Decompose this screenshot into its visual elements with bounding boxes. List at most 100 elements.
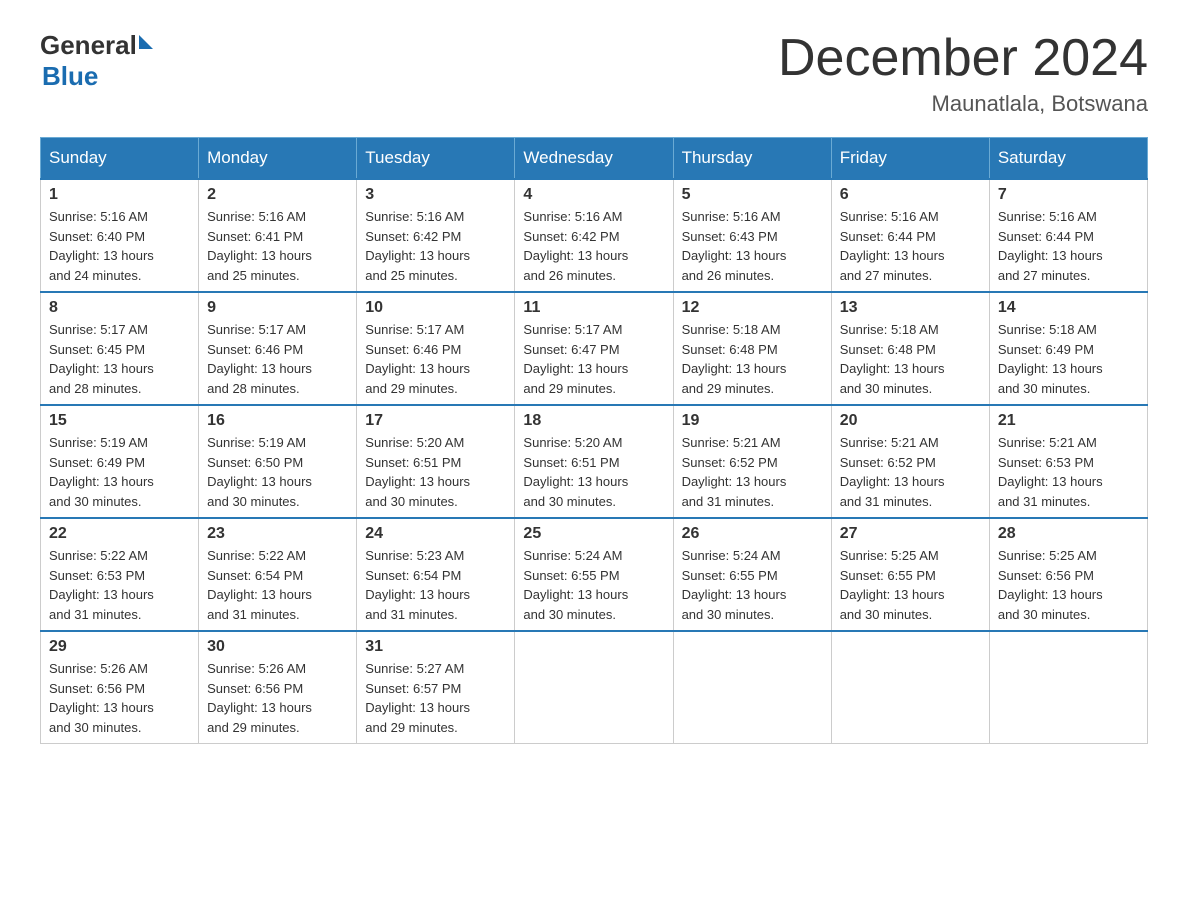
day-number: 6 bbox=[840, 186, 981, 204]
day-number: 1 bbox=[49, 186, 190, 204]
day-number: 13 bbox=[840, 299, 981, 317]
day-number: 14 bbox=[998, 299, 1139, 317]
day-number: 21 bbox=[998, 412, 1139, 430]
weekday-header-tuesday: Tuesday bbox=[357, 138, 515, 180]
day-info: Sunrise: 5:16 AM Sunset: 6:44 PM Dayligh… bbox=[840, 207, 981, 285]
day-info: Sunrise: 5:24 AM Sunset: 6:55 PM Dayligh… bbox=[523, 546, 664, 624]
calendar-cell: 28Sunrise: 5:25 AM Sunset: 6:56 PM Dayli… bbox=[989, 518, 1147, 631]
calendar-week-row: 22Sunrise: 5:22 AM Sunset: 6:53 PM Dayli… bbox=[41, 518, 1148, 631]
day-info: Sunrise: 5:17 AM Sunset: 6:45 PM Dayligh… bbox=[49, 320, 190, 398]
day-info: Sunrise: 5:18 AM Sunset: 6:48 PM Dayligh… bbox=[682, 320, 823, 398]
weekday-header-thursday: Thursday bbox=[673, 138, 831, 180]
calendar-week-row: 15 Sunrise: 5:19 AM Sunset: 6:49 PM Dayli… bbox=[41, 405, 1148, 518]
weekday-header-friday: Friday bbox=[831, 138, 989, 180]
day-number: 30 bbox=[207, 638, 348, 656]
day-number: 31 bbox=[365, 638, 506, 656]
weekday-header-wednesday: Wednesday bbox=[515, 138, 673, 180]
day-info: Sunrise: 5:16 AM Sunset: 6:43 PM Dayligh… bbox=[682, 207, 823, 285]
calendar-header-row: SundayMondayTuesdayWednesdayThursdayFrid… bbox=[41, 138, 1148, 180]
day-info: Sunrise: 5:17 AM Sunset: 6:46 PM Dayligh… bbox=[207, 320, 348, 398]
day-info: Sunrise: 5:24 AM Sunset: 6:55 PM Dayligh… bbox=[682, 546, 823, 624]
day-number: 24 bbox=[365, 525, 506, 543]
calendar-cell: 14 Sunrise: 5:18 AM Sunset: 6:49 PM Dayli… bbox=[989, 292, 1147, 405]
day-number: 9 bbox=[207, 299, 348, 317]
day-number: 8 bbox=[49, 299, 190, 317]
day-info: Sunrise: 5:27 AM Sunset: 6:57 PM Dayligh… bbox=[365, 659, 506, 737]
day-number: 4 bbox=[523, 186, 664, 204]
weekday-header-sunday: Sunday bbox=[41, 138, 199, 180]
calendar-cell: 19 Sunrise: 5:21 AM Sunset: 6:52 PM Dayli… bbox=[673, 405, 831, 518]
calendar-cell: 24 Sunrise: 5:23 AM Sunset: 6:54 PM Dayli… bbox=[357, 518, 515, 631]
calendar-cell: 11 Sunrise: 5:17 AM Sunset: 6:47 PM Dayli… bbox=[515, 292, 673, 405]
calendar-cell bbox=[515, 631, 673, 744]
calendar-cell bbox=[831, 631, 989, 744]
day-number: 10 bbox=[365, 299, 506, 317]
day-number: 26 bbox=[682, 525, 823, 543]
logo-general-text: General bbox=[40, 30, 137, 61]
day-info: Sunrise: 5:16 AM Sunset: 6:42 PM Dayligh… bbox=[365, 207, 506, 285]
day-info: Sunrise: 5:26 AM Sunset: 6:56 PM Dayligh… bbox=[207, 659, 348, 737]
logo-triangle-icon bbox=[139, 35, 153, 49]
calendar-cell: 23 Sunrise: 5:22 AM Sunset: 6:54 PM Dayli… bbox=[199, 518, 357, 631]
day-info: Sunrise: 5:21 AM Sunset: 6:52 PM Dayligh… bbox=[682, 433, 823, 511]
location-text: Maunatlala, Botswana bbox=[778, 91, 1148, 117]
calendar-cell: 18 Sunrise: 5:20 AM Sunset: 6:51 PM Dayli… bbox=[515, 405, 673, 518]
day-info: Sunrise: 5:18 AM Sunset: 6:49 PM Dayligh… bbox=[998, 320, 1139, 398]
calendar-cell: 21 Sunrise: 5:21 AM Sunset: 6:53 PM Dayli… bbox=[989, 405, 1147, 518]
day-info: Sunrise: 5:21 AM Sunset: 6:53 PM Dayligh… bbox=[998, 433, 1139, 511]
day-info: Sunrise: 5:20 AM Sunset: 6:51 PM Dayligh… bbox=[365, 433, 506, 511]
calendar-cell: 20Sunrise: 5:21 AM Sunset: 6:52 PM Dayli… bbox=[831, 405, 989, 518]
day-number: 15 bbox=[49, 412, 190, 430]
day-number: 19 bbox=[682, 412, 823, 430]
calendar-cell: 2 Sunrise: 5:16 AM Sunset: 6:41 PM Daylig… bbox=[199, 179, 357, 292]
day-number: 25 bbox=[523, 525, 664, 543]
calendar-cell: 26 Sunrise: 5:24 AM Sunset: 6:55 PM Dayli… bbox=[673, 518, 831, 631]
calendar-cell: 16 Sunrise: 5:19 AM Sunset: 6:50 PM Dayli… bbox=[199, 405, 357, 518]
day-info: Sunrise: 5:25 AM Sunset: 6:55 PM Dayligh… bbox=[840, 546, 981, 624]
day-info: Sunrise: 5:22 AM Sunset: 6:54 PM Dayligh… bbox=[207, 546, 348, 624]
day-number: 2 bbox=[207, 186, 348, 204]
calendar-cell: 3 Sunrise: 5:16 AM Sunset: 6:42 PM Daylig… bbox=[357, 179, 515, 292]
calendar-cell: 6 Sunrise: 5:16 AM Sunset: 6:44 PM Daylig… bbox=[831, 179, 989, 292]
calendar-table: SundayMondayTuesdayWednesdayThursdayFrid… bbox=[40, 137, 1148, 744]
day-number: 3 bbox=[365, 186, 506, 204]
calendar-cell: 5 Sunrise: 5:16 AM Sunset: 6:43 PM Daylig… bbox=[673, 179, 831, 292]
day-info: Sunrise: 5:26 AM Sunset: 6:56 PM Dayligh… bbox=[49, 659, 190, 737]
day-number: 11 bbox=[523, 299, 664, 317]
day-number: 5 bbox=[682, 186, 823, 204]
calendar-cell: 22Sunrise: 5:22 AM Sunset: 6:53 PM Dayli… bbox=[41, 518, 199, 631]
day-info: Sunrise: 5:23 AM Sunset: 6:54 PM Dayligh… bbox=[365, 546, 506, 624]
calendar-cell: 9 Sunrise: 5:17 AM Sunset: 6:46 PM Daylig… bbox=[199, 292, 357, 405]
calendar-cell: 8 Sunrise: 5:17 AM Sunset: 6:45 PM Daylig… bbox=[41, 292, 199, 405]
calendar-cell: 10 Sunrise: 5:17 AM Sunset: 6:46 PM Dayli… bbox=[357, 292, 515, 405]
weekday-header-saturday: Saturday bbox=[989, 138, 1147, 180]
day-number: 28 bbox=[998, 525, 1139, 543]
page-header: General Blue December 2024 Maunatlala, B… bbox=[40, 30, 1148, 117]
calendar-cell: 30 Sunrise: 5:26 AM Sunset: 6:56 PM Dayli… bbox=[199, 631, 357, 744]
day-info: Sunrise: 5:21 AM Sunset: 6:52 PM Dayligh… bbox=[840, 433, 981, 511]
calendar-week-row: 29Sunrise: 5:26 AM Sunset: 6:56 PM Dayli… bbox=[41, 631, 1148, 744]
calendar-cell: 25 Sunrise: 5:24 AM Sunset: 6:55 PM Dayli… bbox=[515, 518, 673, 631]
day-number: 16 bbox=[207, 412, 348, 430]
day-info: Sunrise: 5:17 AM Sunset: 6:47 PM Dayligh… bbox=[523, 320, 664, 398]
day-info: Sunrise: 5:17 AM Sunset: 6:46 PM Dayligh… bbox=[365, 320, 506, 398]
day-info: Sunrise: 5:16 AM Sunset: 6:41 PM Dayligh… bbox=[207, 207, 348, 285]
day-number: 18 bbox=[523, 412, 664, 430]
logo: General Blue bbox=[40, 30, 153, 92]
title-area: December 2024 Maunatlala, Botswana bbox=[778, 30, 1148, 117]
calendar-cell: 31 Sunrise: 5:27 AM Sunset: 6:57 PM Dayli… bbox=[357, 631, 515, 744]
day-info: Sunrise: 5:16 AM Sunset: 6:42 PM Dayligh… bbox=[523, 207, 664, 285]
day-number: 17 bbox=[365, 412, 506, 430]
day-number: 27 bbox=[840, 525, 981, 543]
calendar-cell: 4 Sunrise: 5:16 AM Sunset: 6:42 PM Daylig… bbox=[515, 179, 673, 292]
calendar-cell: 17 Sunrise: 5:20 AM Sunset: 6:51 PM Dayli… bbox=[357, 405, 515, 518]
calendar-cell: 27 Sunrise: 5:25 AM Sunset: 6:55 PM Dayli… bbox=[831, 518, 989, 631]
day-number: 23 bbox=[207, 525, 348, 543]
day-info: Sunrise: 5:19 AM Sunset: 6:50 PM Dayligh… bbox=[207, 433, 348, 511]
calendar-cell: 29Sunrise: 5:26 AM Sunset: 6:56 PM Dayli… bbox=[41, 631, 199, 744]
day-info: Sunrise: 5:20 AM Sunset: 6:51 PM Dayligh… bbox=[523, 433, 664, 511]
day-info: Sunrise: 5:18 AM Sunset: 6:48 PM Dayligh… bbox=[840, 320, 981, 398]
day-info: Sunrise: 5:19 AM Sunset: 6:49 PM Dayligh… bbox=[49, 433, 190, 511]
calendar-week-row: 8 Sunrise: 5:17 AM Sunset: 6:45 PM Daylig… bbox=[41, 292, 1148, 405]
month-title: December 2024 bbox=[778, 30, 1148, 87]
